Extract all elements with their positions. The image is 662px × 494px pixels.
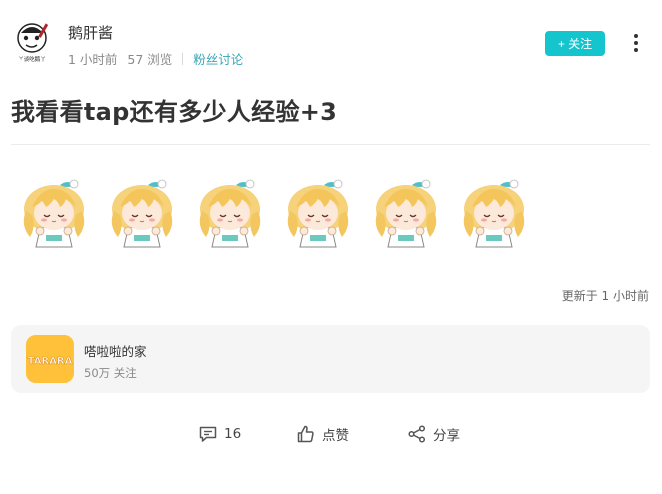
like-button[interactable]: 点赞 <box>296 420 349 448</box>
sticker-1 <box>23 179 85 248</box>
post-title: 我看看tap还有多少人经验+3 <box>11 98 338 126</box>
share-label: 分享 <box>433 428 460 444</box>
comment-button[interactable]: 16 <box>198 420 241 448</box>
action-bar: 16 点赞 分享 <box>0 420 662 448</box>
post-views: 57 浏览 <box>127 52 173 67</box>
forum-link[interactable]: 粉丝讨论 <box>193 52 243 67</box>
thumbs-up-icon <box>297 425 314 443</box>
avatar-caption: 丫谈吃鹅丫 <box>18 55 46 63</box>
author-avatar[interactable]: 丫谈吃鹅丫 <box>12 20 56 64</box>
group-followers: 50万 关注 <box>84 366 137 380</box>
sticker-5 <box>375 179 437 248</box>
more-options-icon[interactable] <box>629 32 643 54</box>
sticker-6 <box>463 179 525 248</box>
like-label: 点赞 <box>322 428 349 444</box>
post-meta: 1 小时前 57 浏览 粉丝讨论 <box>68 49 243 68</box>
group-logo: TARARA <box>26 335 74 383</box>
group-name: 嗒啦啦的家 <box>84 344 147 359</box>
meta-divider <box>182 53 184 65</box>
group-card[interactable]: TARARA 嗒啦啦的家 50万 关注 <box>11 325 650 393</box>
share-button[interactable]: 分享 <box>407 420 460 448</box>
comment-count: 16 <box>224 426 242 442</box>
group-logo-text: TARARA <box>28 356 73 367</box>
follow-button[interactable]: + 关注 <box>545 31 605 56</box>
post-time: 1 小时前 <box>68 52 118 67</box>
author-name[interactable]: 鹅肝酱 <box>68 22 113 43</box>
updated-time: 更新于 1 小时前 <box>561 289 649 303</box>
title-divider <box>11 144 650 145</box>
sticker-4 <box>287 179 349 248</box>
sticker-row <box>16 175 556 255</box>
sticker-2 <box>111 179 173 248</box>
share-icon <box>408 425 426 443</box>
sticker-3 <box>199 179 261 248</box>
post-header: 丫谈吃鹅丫 鹅肝酱 1 小时前 57 浏览 粉丝讨论 + 关注 <box>12 18 652 72</box>
comment-icon <box>199 426 217 442</box>
